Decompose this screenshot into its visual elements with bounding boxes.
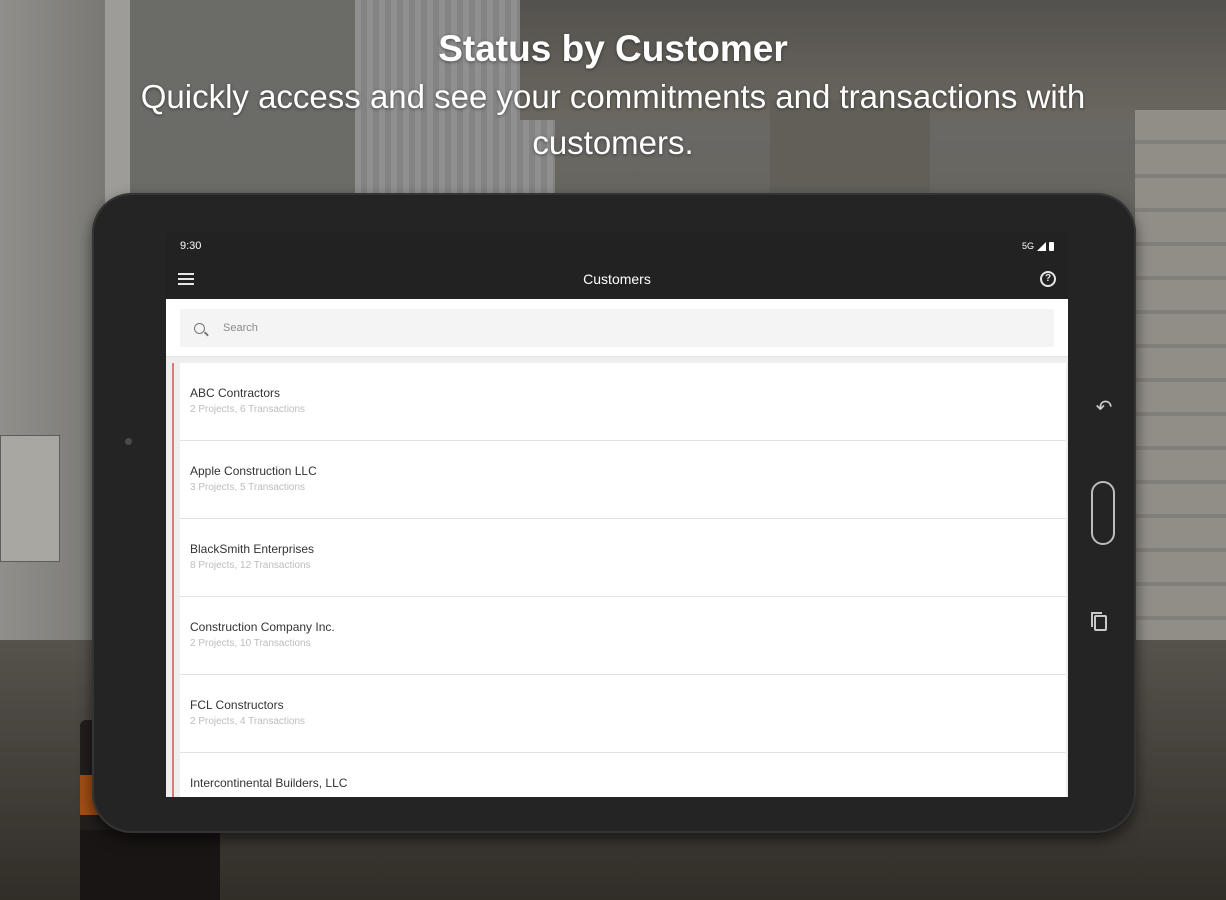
customer-list-item[interactable]: ABC Contractors 2 Projects, 6 Transaction… [180, 363, 1066, 441]
customer-list-item[interactable]: BlackSmith Enterprises 8 Projects, 12 Tra… [180, 519, 1066, 597]
battery-icon [1049, 241, 1054, 251]
customer-list: ABC Contractors 2 Projects, 6 Transaction… [172, 363, 1066, 797]
customer-list-item[interactable]: Intercontinental Builders, LLC [180, 753, 1066, 797]
search-input[interactable] [221, 321, 1005, 335]
search-box[interactable] [180, 309, 1054, 347]
status-bar: 9:30 5G [166, 233, 1068, 259]
search-bar [166, 299, 1068, 357]
status-time: 9:30 [180, 240, 202, 252]
home-button[interactable] [1091, 481, 1115, 545]
back-icon[interactable]: ↶ [1092, 396, 1116, 420]
customer-name: ABC Contractors [190, 386, 281, 400]
status-icons: 5G [1022, 241, 1054, 251]
customer-name: Apple Construction LLC [190, 464, 317, 478]
customer-summary: 3 Projects, 5 Transactions [190, 482, 306, 493]
background-street-sign [0, 435, 60, 562]
signal-icon [1037, 241, 1046, 251]
camera-icon [125, 438, 132, 445]
customer-name: Intercontinental Builders, LLC [190, 776, 348, 790]
page-title: Customers [583, 271, 651, 287]
search-icon [194, 322, 205, 334]
customer-name: FCL Constructors [190, 698, 284, 712]
promo-subtitle: Quickly access and see your commitments … [140, 78, 1086, 161]
menu-icon[interactable] [178, 273, 194, 285]
tablet-device: ↶ 9:30 5G Customers ? ABC Contractors 2 P… [92, 193, 1136, 833]
app-screen: 9:30 5G Customers ? ABC Contractors 2 Pro… [166, 233, 1068, 797]
customer-summary: 2 Projects, 4 Transactions [190, 716, 306, 727]
customer-list-item[interactable]: Construction Company Inc. 2 Projects, 10 … [180, 597, 1066, 675]
help-icon[interactable]: ? [1040, 271, 1056, 287]
promo-headline: Status by Customer Quickly access and se… [0, 26, 1226, 166]
customer-summary: 2 Projects, 6 Transactions [190, 404, 306, 415]
customer-name: BlackSmith Enterprises [190, 542, 315, 556]
customer-summary: 2 Projects, 10 Transactions [190, 638, 311, 649]
promo-title: Status by Customer [438, 28, 788, 69]
customer-summary: 8 Projects, 12 Transactions [190, 560, 311, 571]
customer-name: Construction Company Inc. [190, 620, 335, 634]
recent-apps-icon[interactable] [1091, 612, 1107, 631]
network-label: 5G [1021, 241, 1034, 251]
customer-list-item[interactable]: Apple Construction LLC 3 Projects, 5 Tran… [180, 441, 1066, 519]
background-building [1135, 110, 1226, 650]
app-bar: Customers ? [166, 259, 1068, 299]
customer-list-item[interactable]: FCL Constructors 2 Projects, 4 Transactio… [180, 675, 1066, 753]
